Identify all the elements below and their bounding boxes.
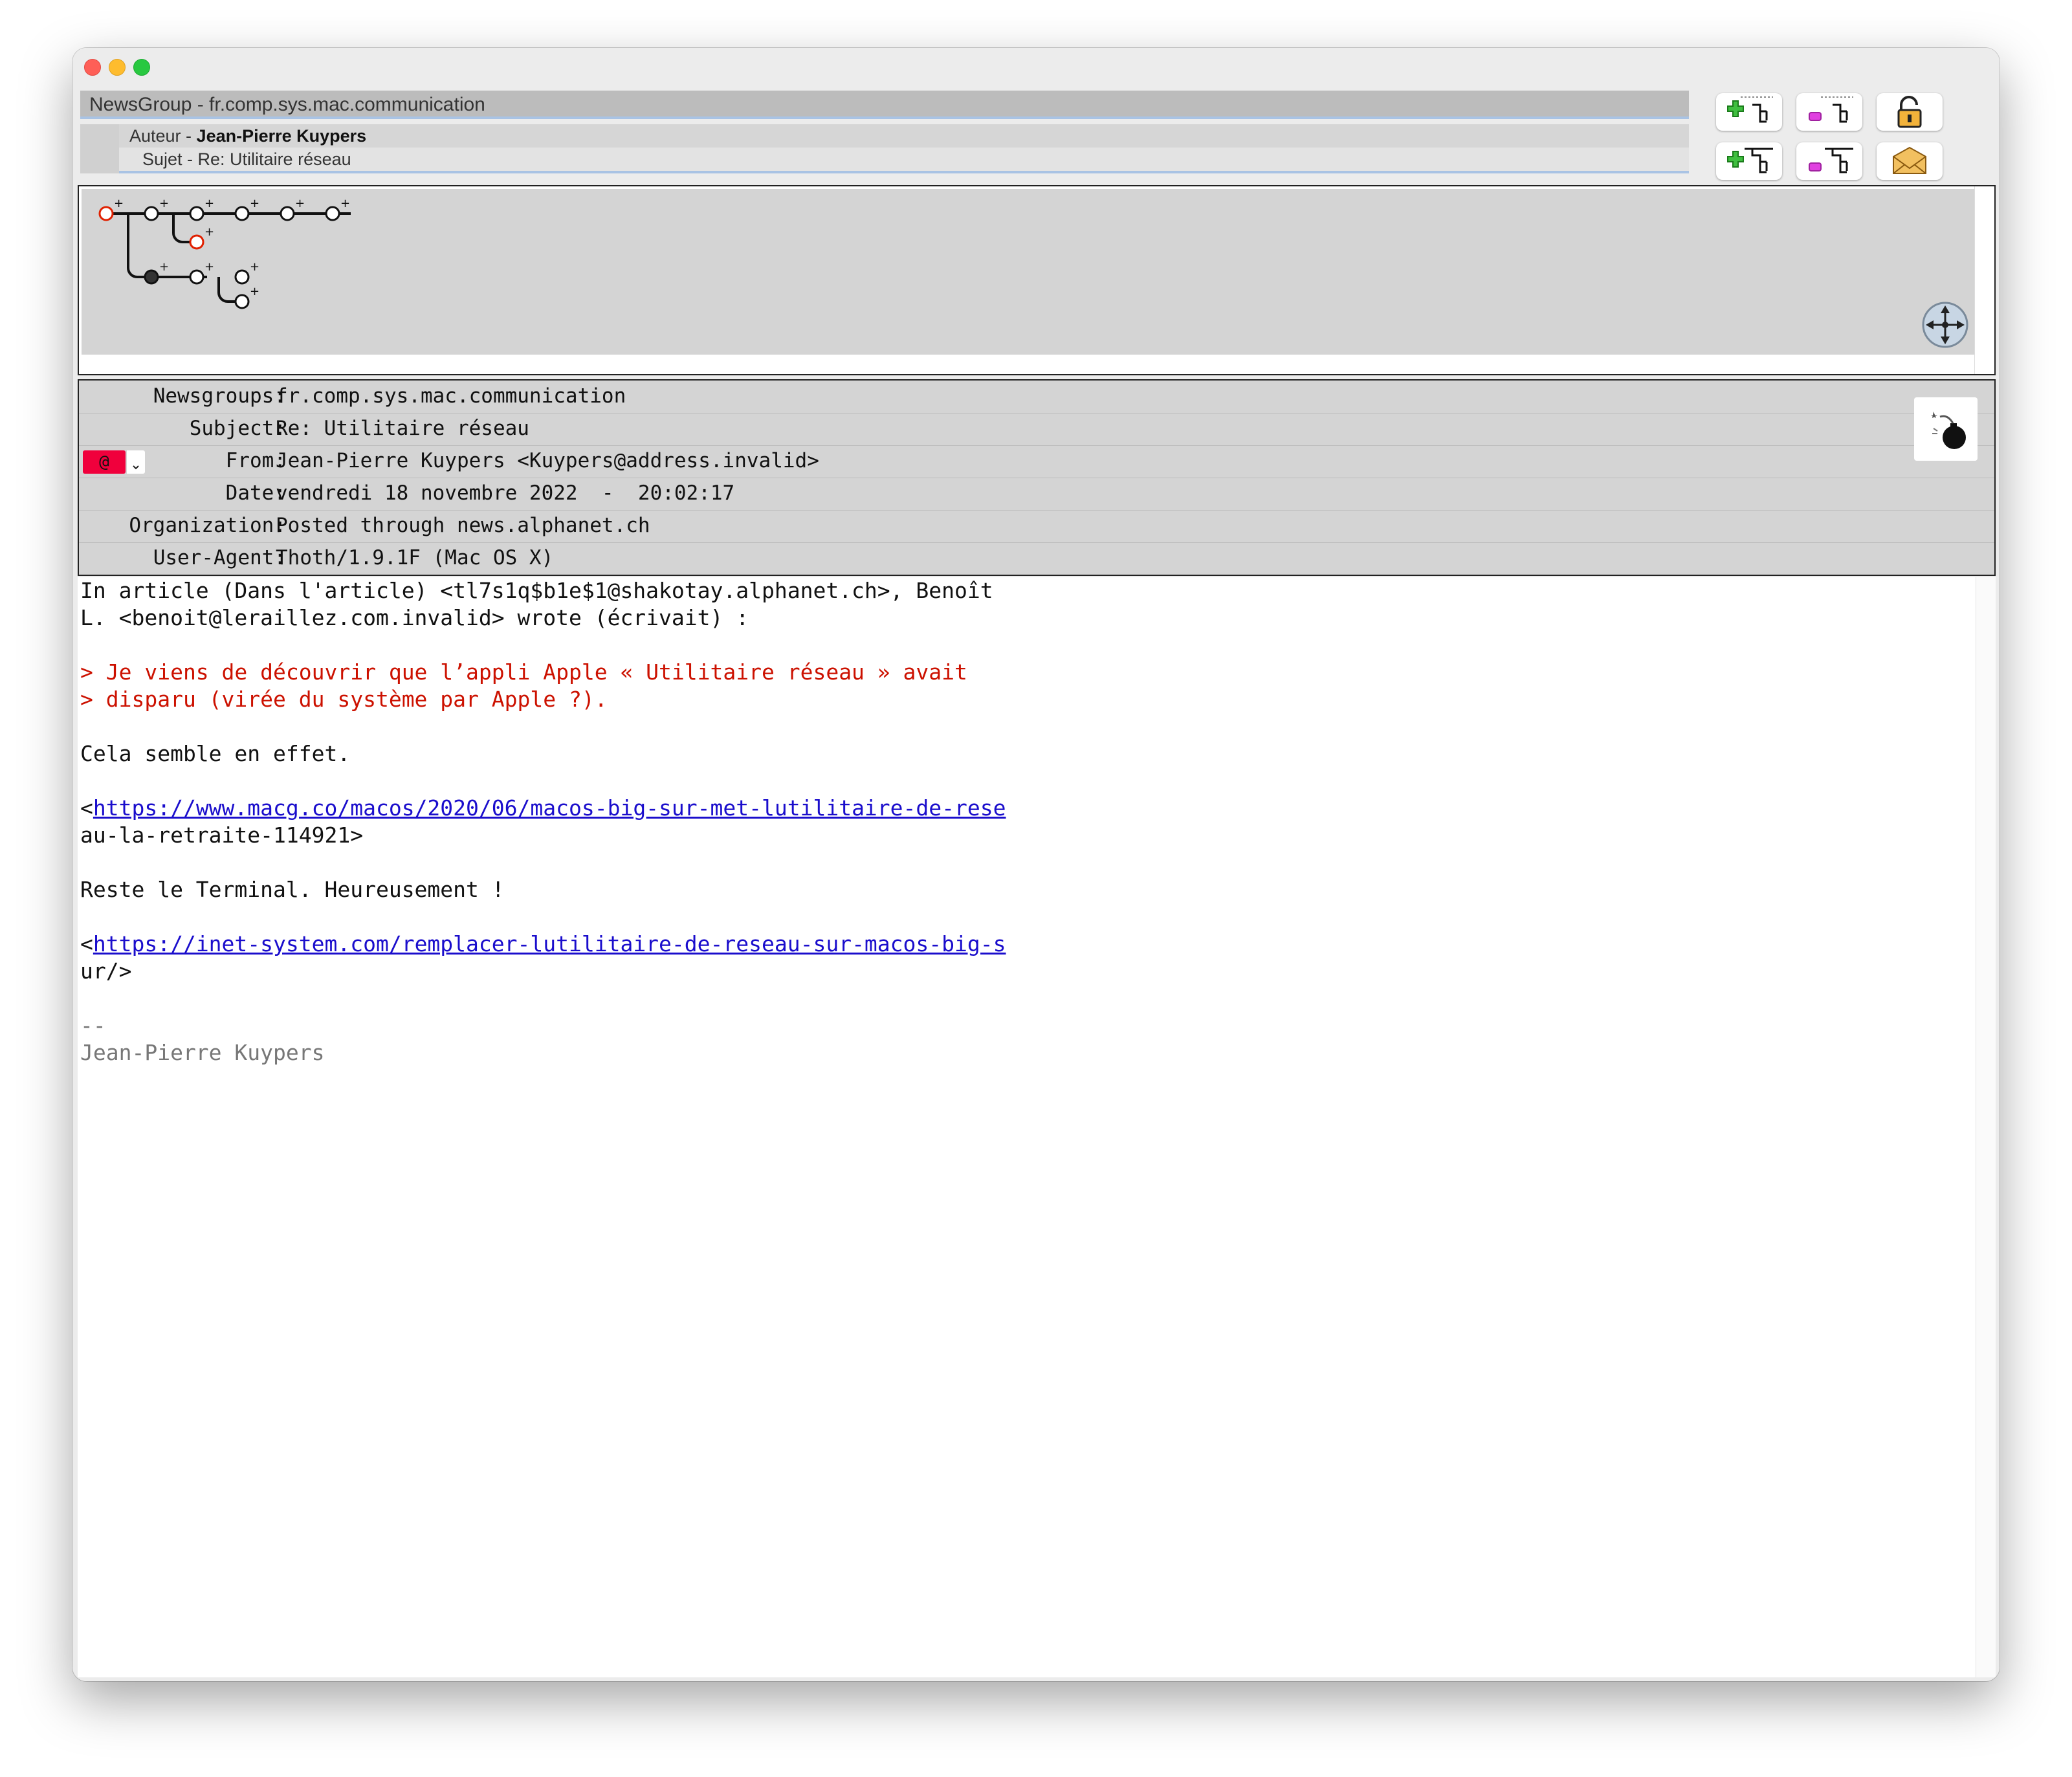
body-line: Cela semble en effet. (80, 741, 351, 766)
thread-tree-panel: + + + + + + + + + + + (78, 185, 1996, 375)
thread-tree-icon[interactable]: + + + + + + + + + + + (82, 189, 444, 331)
body-line: Reste le Terminal. Heureusement ! (80, 877, 505, 902)
bomb-icon (1931, 412, 1966, 449)
body-scrollbar[interactable] (1976, 577, 1996, 1677)
header-row-organization: Organization: Posted through news.alphan… (79, 510, 1994, 543)
svg-text:+: + (159, 260, 169, 274)
bar-notch (80, 124, 119, 173)
svg-text:+: + (159, 197, 169, 210)
envelope-icon (1893, 146, 1926, 174)
header-row-subject: Subject: Re: Utilitaire réseau (79, 413, 1994, 446)
navigation-compass-icon[interactable] (1921, 300, 1970, 349)
thread-tree-area: + + + + + + + + + + + (82, 189, 1975, 355)
minimize-window-button[interactable] (109, 59, 126, 76)
svg-text:+: + (340, 197, 350, 210)
message-text: In article (Dans l'article) <tl7s1q$b1e$… (80, 577, 1006, 1066)
quoted-line: > disparu (virée du système par Apple ?)… (80, 687, 608, 712)
body-line: L. <benoit@leraillez.com.invalid> wrote … (80, 605, 749, 630)
useragent-value: Thoth/1.9.1F (Mac OS X) (276, 546, 554, 569)
link-bracket: < (80, 931, 93, 956)
bomb-button[interactable] (1914, 397, 1978, 461)
chevron-down-icon (133, 465, 139, 470)
thread-scrollbar[interactable] (1974, 186, 1994, 374)
mark-subthread-icon (1809, 148, 1853, 173)
newsgroups-value[interactable]: fr.comp.sys.mac.communication (276, 381, 626, 412)
author-name: Jean-Pierre Kuypers (196, 126, 367, 146)
add-thread-icon (1727, 96, 1773, 123)
mark-thread-button[interactable] (1796, 93, 1862, 131)
address-badge[interactable]: @ (83, 450, 126, 474)
svg-text:+: + (204, 197, 214, 210)
signature-name: Jean-Pierre Kuypers (80, 1040, 325, 1065)
from-value[interactable]: Jean-Pierre Kuypers <Kuypers@address.inv… (276, 445, 819, 476)
svg-text:+: + (204, 225, 214, 239)
organization-label: Organization: (129, 514, 286, 537)
newsgroups-label: Newsgroups: (153, 384, 286, 408)
mark-subthread-button[interactable] (1796, 142, 1862, 180)
mark-thread-icon (1809, 96, 1853, 123)
address-badge-dropdown[interactable] (127, 450, 145, 474)
lock-icon (1897, 96, 1922, 128)
svg-text:+: + (295, 197, 305, 210)
add-thread-button[interactable] (1716, 93, 1782, 131)
link-tail: ur/> (80, 958, 132, 984)
add-subthread-icon (1727, 148, 1773, 173)
article-headers: Newsgroups: fr.comp.sys.mac.communicatio… (78, 379, 1996, 576)
subject-value: Re: Utilitaire réseau (276, 417, 529, 440)
subject-bar[interactable]: Sujet - Re: Utilitaire réseau (119, 148, 1689, 173)
date-value: vendredi 18 novembre 2022 - 20:02:17 (276, 481, 735, 505)
header-row-newsgroups: Newsgroups: fr.comp.sys.mac.communicatio… (79, 381, 1994, 414)
app-window: NewsGroup - fr.comp.sys.mac.communicatio… (72, 48, 2000, 1681)
zoom-window-button[interactable] (133, 59, 150, 76)
svg-text:+: + (250, 285, 259, 298)
svg-text:+: + (114, 197, 124, 210)
subject-label: Subject: (189, 417, 286, 440)
close-window-button[interactable] (84, 59, 101, 76)
author-bar[interactable]: Auteur - Jean-Pierre Kuypers (119, 124, 1689, 148)
author-prefix: Auteur - (129, 126, 197, 146)
message-body[interactable]: In article (Dans l'article) <tl7s1q$b1e$… (78, 577, 1996, 1677)
svg-text:+: + (250, 197, 259, 210)
svg-text:+: + (204, 260, 214, 274)
header-row-useragent: User-Agent: Thoth/1.9.1F (Mac OS X) (79, 542, 1994, 575)
svg-text:+: + (250, 260, 259, 274)
link-tail: au-la-retraite-114921> (80, 822, 364, 848)
add-subthread-button[interactable] (1716, 142, 1782, 180)
organization-value: Posted through news.alphanet.ch (276, 514, 650, 537)
title-bar (72, 48, 2000, 84)
header-row-from: @ From: Jean-Pierre Kuypers <Kuypers@add… (79, 445, 1994, 478)
link-bracket: < (80, 795, 93, 821)
header-row-date: Date: vendredi 18 novembre 2022 - 20:02:… (79, 478, 1994, 511)
mail-button[interactable] (1877, 142, 1943, 180)
macg-link[interactable]: https://www.macg.co/macos/2020/06/macos-… (93, 795, 1006, 821)
signature-separator: -- (80, 1013, 106, 1038)
inet-system-link[interactable]: https://inet-system.com/remplacer-lutili… (93, 931, 1006, 956)
body-line: In article (Dans l'article) <tl7s1q$b1e$… (80, 578, 993, 603)
quoted-line: > Je viens de découvrir que l’appli Appl… (80, 659, 967, 685)
newsgroup-bar[interactable]: NewsGroup - fr.comp.sys.mac.communicatio… (80, 91, 1689, 119)
useragent-label: User-Agent: (153, 546, 286, 569)
lock-button[interactable] (1877, 93, 1943, 131)
